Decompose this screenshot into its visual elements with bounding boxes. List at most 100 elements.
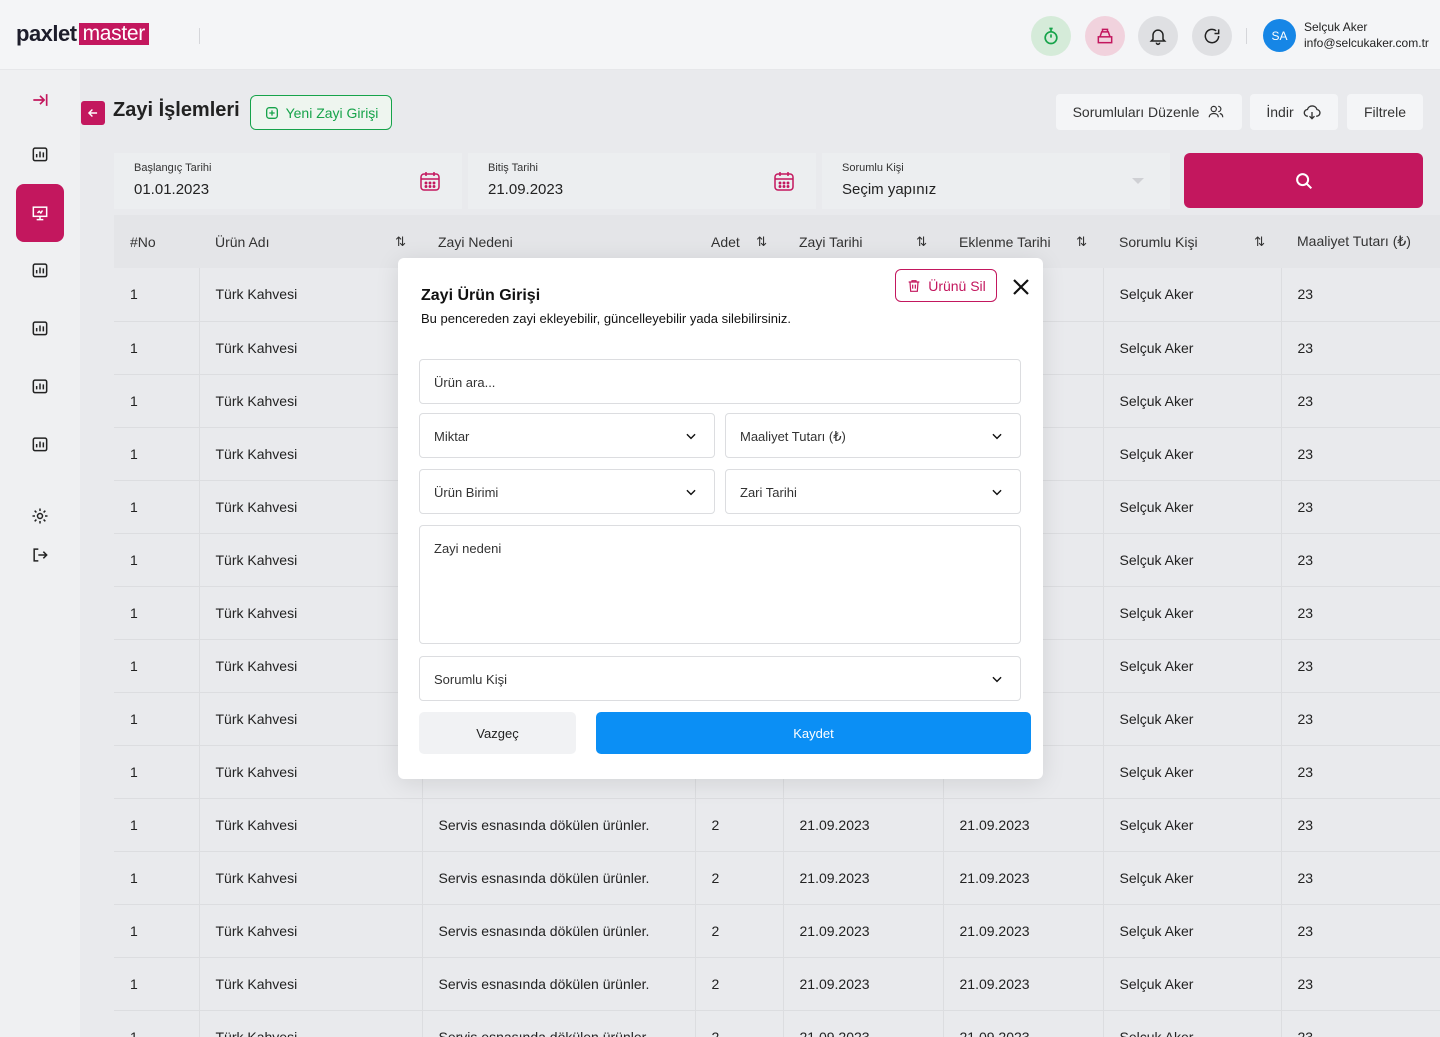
sidebar-item-stats-3[interactable] <box>16 362 64 410</box>
cell-product: Türk Kahvesi <box>199 586 423 640</box>
cell-responsible: Selçuk Aker <box>1103 533 1282 587</box>
delete-product-button[interactable]: Ürünü Sil <box>895 269 997 302</box>
cost-select[interactable]: Maaliyet Tutarı (₺) <box>725 413 1021 458</box>
cell-no: 1 <box>114 639 200 693</box>
responsible-select[interactable]: Sorumlu Kişi Seçim yapınız <box>822 153 1170 209</box>
caret-down-icon <box>1132 178 1144 184</box>
table-row[interactable]: 1 Türk Kahvesi Servis esnasında dökülen ür… <box>114 957 1440 1011</box>
cell-quantity: 2 <box>695 851 784 905</box>
cell-product: Türk Kahvesi <box>199 374 423 428</box>
table-row[interactable]: 1 Türk Kahvesi Servis esnasında dökülen ür… <box>114 1010 1440 1037</box>
product-search-input[interactable]: Ürün ara... <box>419 359 1021 404</box>
col-product[interactable]: Ürün Adı ⇅ <box>199 215 422 268</box>
sort-icon: ⇅ <box>1076 233 1087 249</box>
waste-entry-modal: Zayi Ürün Girişi Bu pencereden zayi ekle… <box>398 258 1043 779</box>
sidebar-item-stats-2[interactable] <box>16 304 64 352</box>
cell-product: Türk Kahvesi <box>199 798 423 852</box>
table-row[interactable]: 1 Türk Kahvesi Servis esnasında dökülen ür… <box>114 904 1440 958</box>
sidebar-item-reports[interactable] <box>16 130 64 178</box>
users-icon <box>1209 105 1224 118</box>
cell-waste-date: 21.09.2023 <box>783 957 944 1011</box>
stopwatch-icon <box>1044 27 1058 45</box>
cell-responsible: Selçuk Aker <box>1103 745 1282 799</box>
sidebar-item-logout[interactable] <box>16 531 64 579</box>
edit-responsibles-button[interactable]: Sorumluları Düzenle <box>1056 94 1242 130</box>
cell-waste-date: 21.09.2023 <box>783 798 944 852</box>
cell-no: 1 <box>114 533 200 587</box>
waste-date-placeholder: Zari Tarihi <box>740 485 797 500</box>
cell-cost: 23 <box>1281 957 1440 1011</box>
cell-added-date: 21.09.2023 <box>943 851 1104 905</box>
cell-added-date: 21.09.2023 <box>943 957 1104 1011</box>
cell-cost: 23 <box>1281 745 1440 799</box>
sidebar-item-stats-4[interactable] <box>16 420 64 468</box>
cell-no: 1 <box>114 427 200 481</box>
cell-no: 1 <box>114 957 200 1011</box>
cell-quantity: 2 <box>695 1010 784 1037</box>
new-waste-button[interactable]: Yeni Zayi Girişi <box>250 95 392 130</box>
cell-product: Türk Kahvesi <box>199 1010 423 1037</box>
cell-no: 1 <box>114 321 200 375</box>
cell-product: Türk Kahvesi <box>199 321 423 375</box>
refresh-button[interactable] <box>1192 16 1232 56</box>
cell-cost: 23 <box>1281 374 1440 428</box>
cell-responsible: Selçuk Aker <box>1103 851 1282 905</box>
cell-reason: Servis esnasında dökülen ürünler. <box>422 1010 696 1037</box>
responsible-person-select[interactable]: Sorumlu Kişi <box>419 656 1021 701</box>
cell-reason: Servis esnasında dökülen ürünler. <box>422 957 696 1011</box>
chart-icon <box>32 321 48 336</box>
close-icon[interactable] <box>1009 275 1033 299</box>
chart-icon <box>32 147 48 162</box>
cell-reason: Servis esnasında dökülen ürünler. <box>422 851 696 905</box>
end-date-field[interactable]: Bitiş Tarihi 21.09.2023 <box>468 153 816 209</box>
col-no: #No <box>114 215 199 268</box>
search-button[interactable] <box>1184 153 1423 208</box>
cell-added-date: 21.09.2023 <box>943 798 1104 852</box>
cell-cost: 23 <box>1281 268 1440 322</box>
table-row[interactable]: 1 Türk Kahvesi Servis esnasında dökülen ür… <box>114 851 1440 905</box>
cell-responsible: Selçuk Aker <box>1103 321 1282 375</box>
logo-badge: master <box>78 23 149 45</box>
logout-icon <box>33 548 48 562</box>
new-waste-label: Yeni Zayi Girişi <box>285 104 379 121</box>
save-button[interactable]: Kaydet <box>596 712 1031 754</box>
cell-cost: 23 <box>1281 427 1440 481</box>
cell-no: 1 <box>114 904 200 958</box>
cell-responsible: Selçuk Aker <box>1103 798 1282 852</box>
chart-icon <box>32 437 48 452</box>
cell-reason: Servis esnasında dökülen ürünler. <box>422 904 696 958</box>
notifications-button[interactable] <box>1138 16 1178 56</box>
brand-logo[interactable]: paxlet master <box>16 21 149 46</box>
quantity-placeholder: Miktar <box>434 429 470 444</box>
timer-button[interactable] <box>1031 16 1071 56</box>
sidebar-item-waste[interactable] <box>16 184 64 242</box>
start-date-field[interactable]: Başlangıç Tarihi 01.01.2023 <box>114 153 462 209</box>
chevron-down-icon <box>992 676 1002 683</box>
unit-select[interactable]: Ürün Birimi <box>419 469 715 514</box>
cell-product: Türk Kahvesi <box>199 957 423 1011</box>
modal-title: Zayi Ürün Girişi <box>421 287 541 304</box>
cell-no: 1 <box>114 374 200 428</box>
sidebar-expand-button[interactable] <box>16 76 64 124</box>
reason-textarea[interactable]: Zayi nedeni <box>419 525 1021 644</box>
filter-button[interactable]: Filtrele <box>1347 94 1423 130</box>
cell-reason: Servis esnasında dökülen ürünler. <box>422 798 696 852</box>
cell-cost: 23 <box>1281 798 1440 852</box>
col-responsible[interactable]: Sorumlu Kişi ⇅ <box>1103 215 1281 268</box>
cash-register-button[interactable] <box>1085 16 1125 56</box>
gear-icon <box>32 508 48 524</box>
top-bar: paxlet master SA Selçuk Aker info@selcuk… <box>0 0 1440 70</box>
cell-cost: 23 <box>1281 851 1440 905</box>
expand-icon <box>33 94 48 106</box>
waste-date-select[interactable]: Zari Tarihi <box>725 469 1021 514</box>
download-label: İndir <box>1266 104 1294 120</box>
avatar[interactable]: SA <box>1263 19 1296 52</box>
sort-icon: ⇅ <box>1254 233 1265 249</box>
download-button[interactable]: İndir <box>1250 94 1338 130</box>
back-button[interactable] <box>81 101 105 125</box>
quantity-select[interactable]: Miktar <box>419 413 715 458</box>
cancel-button[interactable]: Vazgeç <box>419 712 576 754</box>
cloud-download-icon <box>1303 105 1321 120</box>
sidebar-item-stats-1[interactable] <box>16 246 64 294</box>
table-row[interactable]: 1 Türk Kahvesi Servis esnasında dökülen ür… <box>114 798 1440 852</box>
